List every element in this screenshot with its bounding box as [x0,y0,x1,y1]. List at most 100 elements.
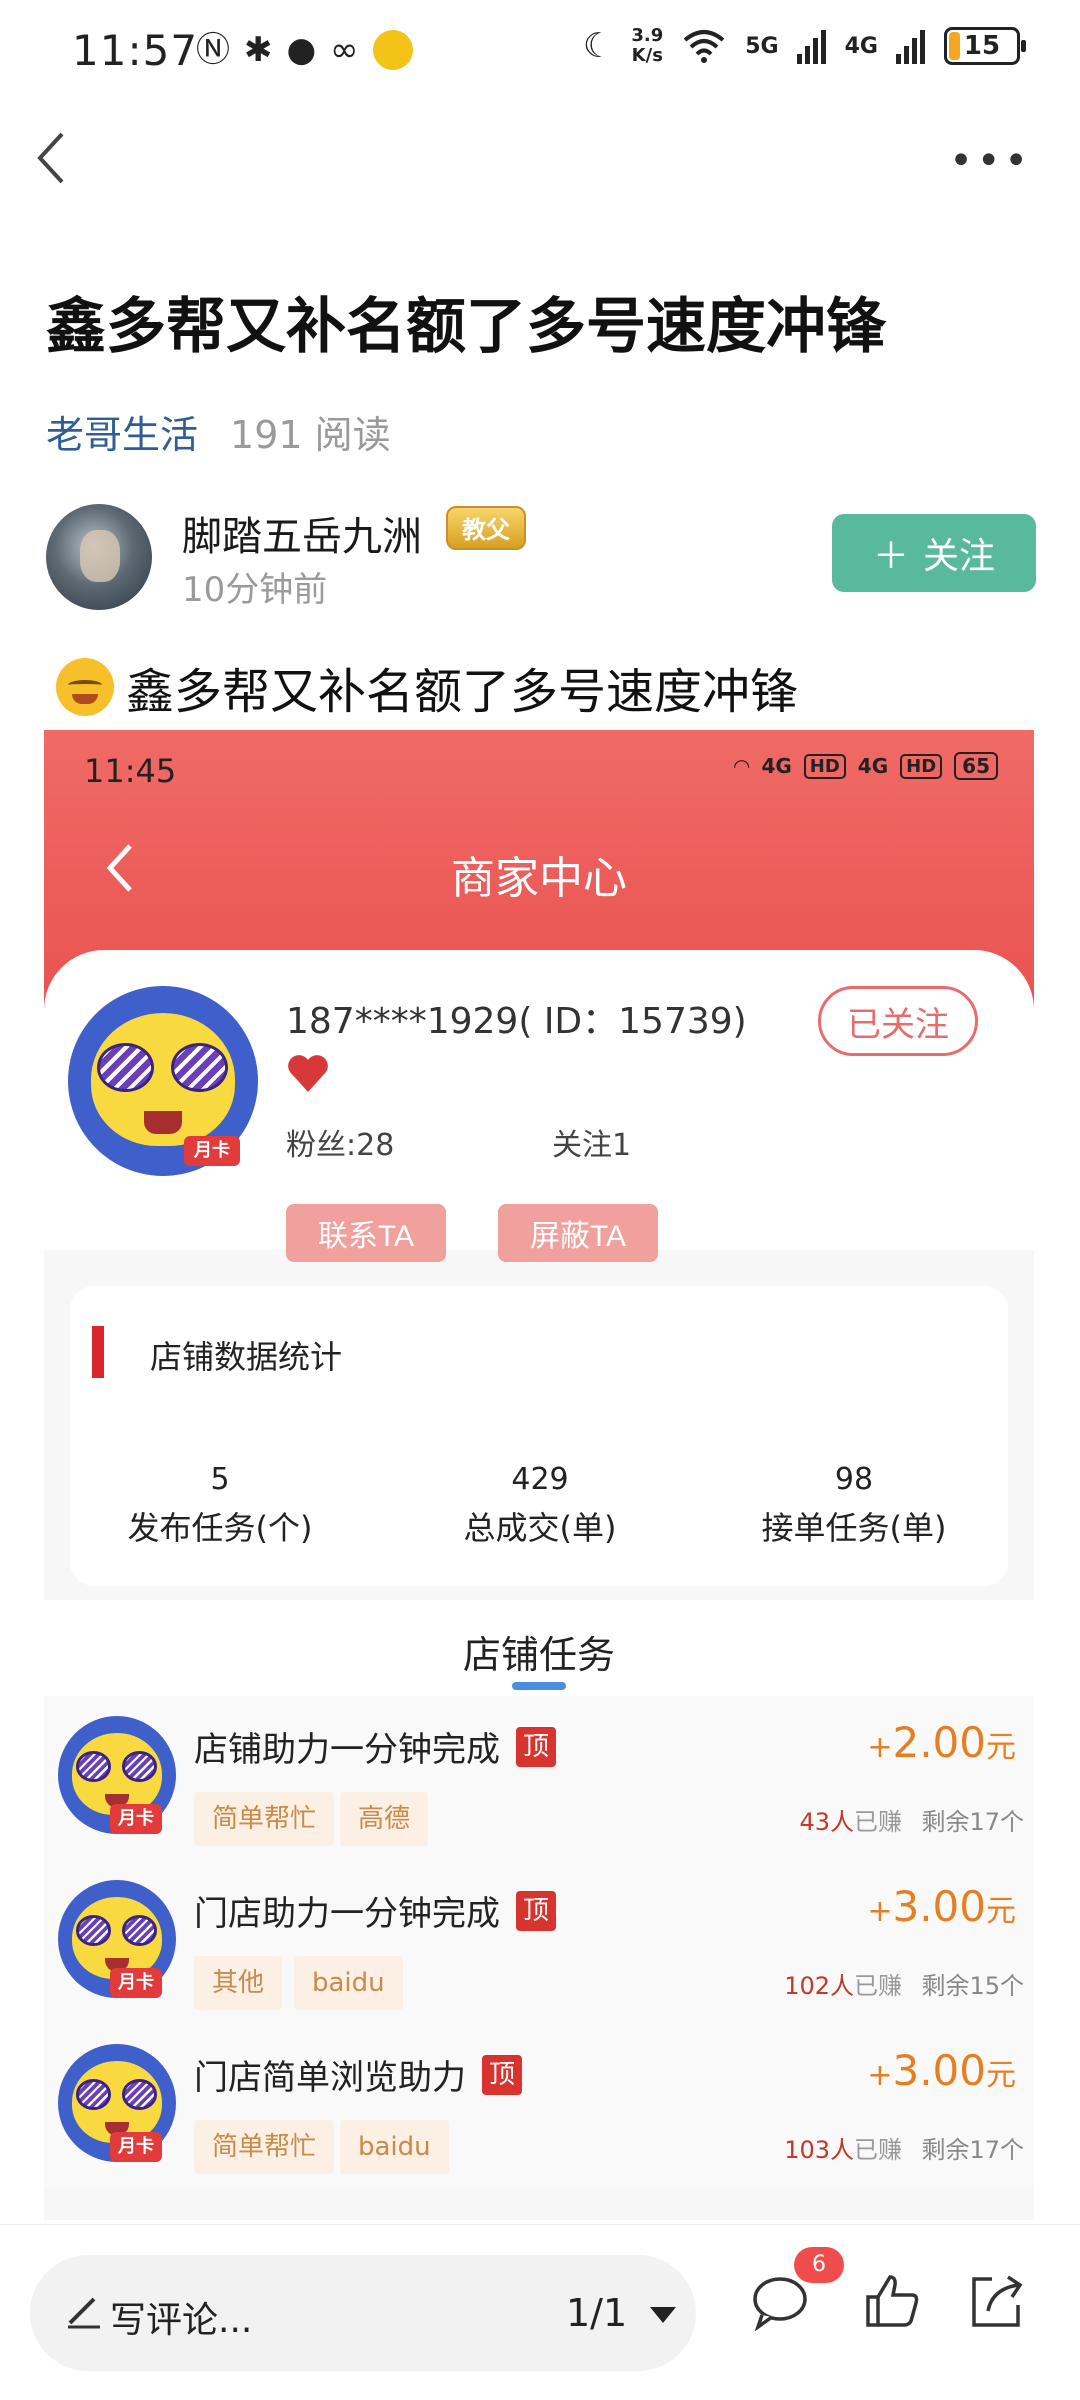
task-price: +3.00元 [867,2046,1016,2095]
more-icon[interactable]: ••• [949,138,1032,184]
shot-net-2: 4G [857,754,889,778]
shot-battery: 65 [954,752,998,780]
link-icon: ∞ [330,30,359,70]
heart-icon [288,1055,328,1092]
battery-level: 15 [963,31,1001,61]
task-remaining: 剩余17个 [921,2136,1024,2164]
comment-icon[interactable] [750,2271,810,2331]
status-icons-right: ☾ 3.9 K/s 5G 4G 15 [582,24,1026,68]
shot-hd-2: HD [900,753,943,779]
task-tag: 简单帮忙 [194,1792,335,1846]
shot-wifi-icon: ◠ [734,754,750,778]
wifi-icon [683,30,725,63]
fans-count: 粉丝:28 [286,1128,395,1163]
followed-button: 已关注 [818,986,978,1056]
bluetooth-icon: ✱ [244,30,273,70]
status-time: 11:57 [72,26,199,75]
comment-placeholder: 写评论... [110,2300,253,2341]
moon-icon: ☾ [582,26,614,66]
author-row: 脚踏五岳九洲 教父 10分钟前 ＋ 关注 [46,504,1036,612]
article-meta: 老哥生活 191 阅读 [46,404,391,459]
task-price: +2.00元 [867,1718,1016,1767]
plus-icon: ＋ [872,535,909,576]
task-price: +3.00元 [867,1882,1016,1931]
comment-count-badge: 6 [794,2247,844,2283]
pinned-badge: 顶 [516,1726,556,1767]
post-text: 鑫多帮又补名额了多号速度冲锋 [56,652,798,722]
task-row: 月卡 店铺助力一分钟完成顶 简单帮忙 高德 +2.00元 43人已赚 剩余17个 [44,1696,1034,1860]
status-icons-left: Ⓝ ✱ ● ∞ [196,28,413,72]
channel-link[interactable]: 老哥生活 [46,404,198,459]
bottom-bar: 写评论... 1/1 6 [0,2224,1080,2400]
monthly-card-badge: 月卡 [110,1968,162,1998]
back-icon[interactable] [28,128,78,188]
task-tag: baidu [340,2120,449,2174]
pinned-badge: 顶 [482,2054,522,2095]
status-bar: 11:57 Ⓝ ✱ ● ∞ ☾ 3.9 K/s 5G 4G 15 [0,0,1080,110]
task-row: 月卡 门店简单浏览助力顶 简单帮忙 baidu +3.00元 103人已赚 剩余… [44,2024,1034,2188]
author-avatar[interactable] [46,504,152,610]
pinned-badge: 顶 [516,1890,556,1931]
follow-button[interactable]: ＋ 关注 [832,514,1036,592]
nfc-icon: Ⓝ [196,30,230,70]
task-earned: 103人已赚 [784,2136,902,2164]
like-icon[interactable] [862,2271,922,2331]
author-name[interactable]: 脚踏五岳九洲 [182,504,422,562]
embedded-screenshot[interactable]: 11:45 ◠ 4G HD 4G HD 65 商家中心 月卡 187****19… [44,730,1034,2220]
task-remaining: 剩余17个 [921,1808,1024,1836]
net-4g-label: 4G [844,33,878,59]
location-icon: ● [286,30,317,70]
stats-title: 店铺数据统计 [150,1338,343,1376]
task-tag: 简单帮忙 [194,2120,335,2174]
caret-down-icon[interactable] [650,2307,676,2323]
merchant-id: 187****1929( ID：15739) [286,1001,747,1042]
tasks-tab-header: 店铺任务 [44,1600,1034,1696]
grinning-emoji-icon [56,658,114,716]
article-title: 鑫多帮又补名额了多号速度冲锋 [46,292,886,362]
task-tag: 高德 [340,1792,429,1846]
task-row: 月卡 门店助力一分钟完成顶 其他 baidu +3.00元 102人已赚 剩余1… [44,1860,1034,2024]
task-tag: baidu [294,1956,403,2010]
merchant-card: 月卡 187****1929( ID：15739) 粉丝:28 关注1 联系TA… [44,950,1034,1262]
post-time: 10分钟前 [182,570,328,610]
stat-published: 5 发布任务(个) [127,1462,313,1547]
monthly-card-badge: 月卡 [110,2132,162,2162]
share-icon[interactable] [966,2271,1026,2331]
tasks-title: 店铺任务 [462,1633,615,1677]
stat-accepted: 98 接单任务(单) [761,1462,947,1547]
task-earned: 102人已赚 [784,1972,902,2000]
following-count: 关注1 [552,1128,632,1163]
notification-app-icon [372,30,413,70]
pencil-icon [68,2297,100,2329]
shot-time: 11:45 [84,752,177,790]
task-name: 门店助力一分钟完成顶 [194,1886,556,1935]
block-button: 屏蔽TA [498,1204,658,1262]
follow-label: 关注 [923,535,996,576]
shot-net-1: 4G [761,754,792,778]
monthly-card-badge: 月卡 [184,1136,240,1166]
stats-accent-bar [92,1326,104,1378]
signal-icon-2 [896,30,925,64]
task-name: 店铺助力一分钟完成顶 [194,1722,556,1771]
net-5g-label: 5G [745,33,779,59]
post-text-content: 鑫多帮又补名额了多号速度冲锋 [126,664,799,720]
store-stats-card: 店铺数据统计 5 发布任务(个) 429 总成交(单) 98 接单任务(单) [70,1286,1008,1586]
shot-page-title: 商家中心 [451,853,627,904]
shot-status-icons: ◠ 4G HD 4G HD 65 [734,752,998,780]
author-badge: 教父 [446,506,526,550]
task-earned: 43人已赚 [799,1808,902,1836]
battery-icon: 15 [944,27,1026,65]
contact-button: 联系TA [286,1204,446,1262]
shot-hd-1: HD [803,753,846,779]
comment-input[interactable]: 写评论... 1/1 [30,2255,696,2371]
net-speed: 3.9 K/s [631,25,664,66]
task-remaining: 剩余15个 [921,1972,1024,2000]
read-count: 191 阅读 [230,413,391,457]
monthly-card-badge: 月卡 [110,1804,162,1834]
tab-underline [512,1682,566,1690]
stat-total-deals: 429 总成交(单) [463,1462,617,1547]
page-indicator[interactable]: 1/1 [566,2291,627,2335]
signal-icon-1 [796,30,826,64]
task-name: 门店简单浏览助力顶 [194,2050,522,2099]
task-tag: 其他 [194,1956,283,2010]
